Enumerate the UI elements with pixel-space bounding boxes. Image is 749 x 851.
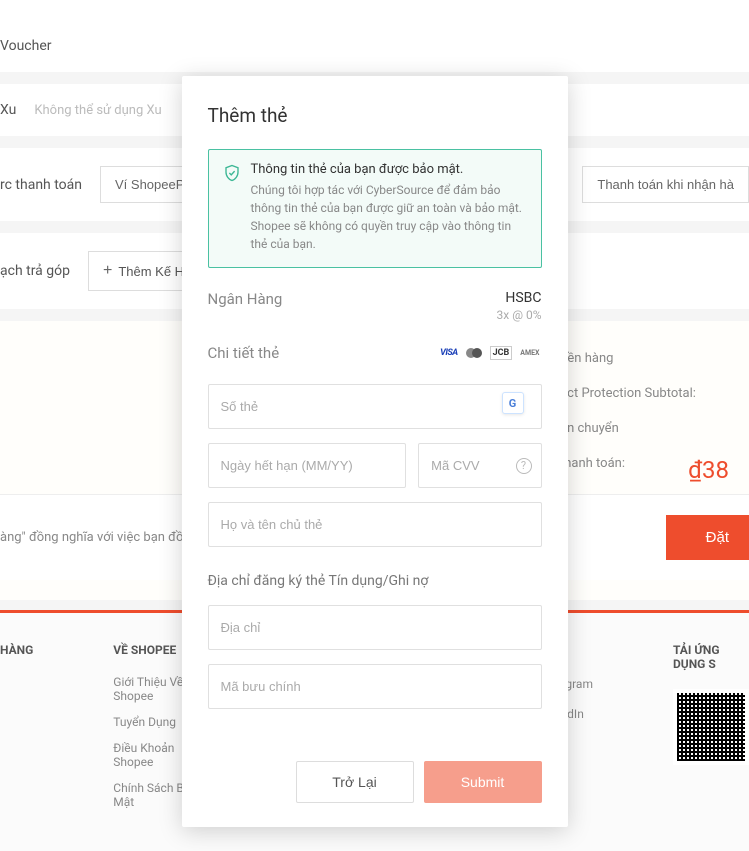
expiry-input[interactable] <box>208 443 407 488</box>
bank-label: Ngân Hàng <box>208 290 283 308</box>
cvv-help-icon[interactable]: ? <box>516 458 532 474</box>
cardholder-name-input[interactable] <box>208 502 542 547</box>
security-description: Chúng tôi hợp tác với CyberSource để đảm… <box>251 181 527 253</box>
submit-button[interactable]: Submit <box>424 761 542 803</box>
amex-icon: AMEX <box>518 348 541 358</box>
translate-icon[interactable]: G <box>502 392 524 414</box>
security-title: Thông tin thẻ của bạn được bảo mật. <box>251 162 527 177</box>
bank-name: HSBC <box>497 290 542 306</box>
back-button[interactable]: Trở Lại <box>296 761 414 803</box>
modal-title: Thêm thẻ <box>208 104 542 127</box>
add-card-modal: Thêm thẻ Thông tin thẻ của bạn được bảo … <box>182 76 568 827</box>
bank-row: Ngân Hàng HSBC 3x @ 0% <box>208 290 542 322</box>
mastercard-icon <box>466 347 484 359</box>
modal-backdrop: Thêm thẻ Thông tin thẻ của bạn được bảo … <box>0 0 749 783</box>
card-detail-label: Chi tiết thẻ <box>208 344 280 362</box>
postal-code-input[interactable] <box>208 664 542 709</box>
card-detail-row: Chi tiết thẻ VISA JCB AMEX <box>208 344 542 362</box>
security-notice: Thông tin thẻ của bạn được bảo mật. Chún… <box>208 149 542 268</box>
card-number-input[interactable] <box>208 384 542 429</box>
jcb-icon: JCB <box>490 346 513 360</box>
address-input[interactable] <box>208 605 542 650</box>
shield-icon <box>223 163 241 183</box>
bank-installment-info: 3x @ 0% <box>497 308 542 322</box>
visa-icon: VISA <box>438 347 460 359</box>
billing-address-label: Địa chỉ đăng ký thẻ Tín dụng/Ghi nợ <box>208 573 542 589</box>
